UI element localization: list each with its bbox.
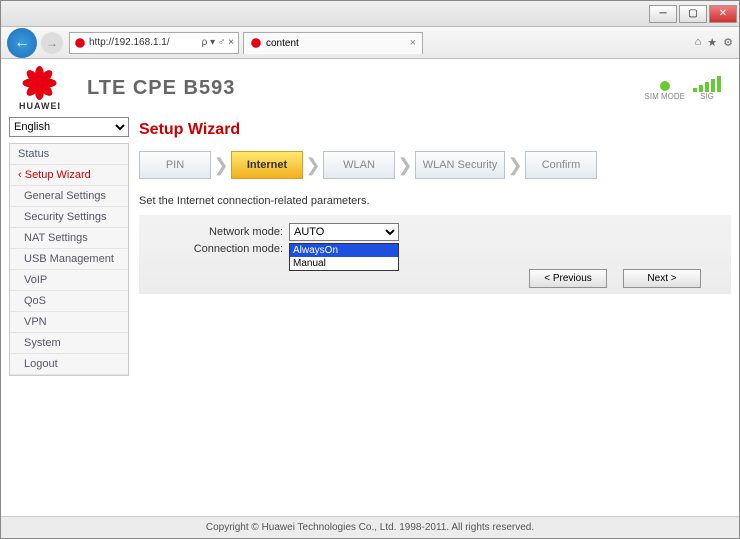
page-header: HUAWEI LTE CPE B593 SIM MODE SIG <box>9 59 731 117</box>
minimize-button[interactable]: ─ <box>649 5 677 23</box>
sim-indicator-icon <box>660 81 670 91</box>
chevron-right-icon: ❯ <box>507 151 523 179</box>
url-text: http://192.168.1.1/ <box>89 37 202 48</box>
next-button[interactable]: Next > <box>623 269 701 288</box>
network-mode-select[interactable]: AUTO <box>289 223 399 241</box>
connection-mode-dropdown[interactable]: AlwaysOn Manual <box>289 243 399 271</box>
titlebar: ─ ▢ ✕ <box>1 1 739 27</box>
language-select[interactable]: English <box>9 117 129 137</box>
option-alwayson[interactable]: AlwaysOn <box>290 244 398 257</box>
nav-system[interactable]: System <box>10 333 128 354</box>
nav-vpn[interactable]: VPN <box>10 312 128 333</box>
nav-setup-wizard[interactable]: Setup Wizard <box>10 165 128 186</box>
nav-qos[interactable]: QoS <box>10 291 128 312</box>
nav-usb-management[interactable]: USB Management <box>10 249 128 270</box>
step-internet[interactable]: Internet <box>231 151 303 179</box>
chevron-right-icon: ❯ <box>305 151 321 179</box>
toolbar-icons: ⌂ ★ ⚙ <box>695 36 733 49</box>
form-area: Network mode: AUTO Connection mode: Alwa… <box>139 215 731 294</box>
nav-status[interactable]: Status <box>10 144 128 165</box>
signal-area: SIM MODE SIG <box>645 76 721 101</box>
home-icon[interactable]: ⌂ <box>695 36 702 49</box>
favorites-icon[interactable]: ★ <box>707 36 717 49</box>
network-mode-label: Network mode: <box>139 226 289 238</box>
tools-icon[interactable]: ⚙ <box>723 36 733 49</box>
browser-window: ─ ▢ ✕ ← → http://192.168.1.1/ ρ ▾ ♂ × co… <box>0 0 740 539</box>
nav-menu: Status Setup Wizard General Settings Sec… <box>9 143 129 376</box>
page-content: HUAWEI LTE CPE B593 SIM MODE SIG <box>1 59 739 538</box>
chevron-right-icon: ❯ <box>397 151 413 179</box>
nav-security-settings[interactable]: Security Settings <box>10 207 128 228</box>
main-panel: Setup Wizard PIN ❯ Internet ❯ WLAN ❯ WLA… <box>139 117 731 516</box>
instruction-text: Set the Internet connection-related para… <box>139 195 731 207</box>
sim-label: SIM MODE <box>645 92 685 101</box>
nav-voip[interactable]: VoIP <box>10 270 128 291</box>
nav-nat-settings[interactable]: NAT Settings <box>10 228 128 249</box>
option-manual[interactable]: Manual <box>290 257 398 270</box>
step-wlan-security[interactable]: WLAN Security <box>415 151 505 179</box>
footer: Copyright © Huawei Technologies Co., Ltd… <box>1 516 739 538</box>
huawei-favicon <box>74 37 86 49</box>
forward-button: → <box>41 32 63 54</box>
step-pin[interactable]: PIN <box>139 151 211 179</box>
url-field[interactable]: http://192.168.1.1/ ρ ▾ ♂ × <box>69 32 239 54</box>
huawei-favicon <box>250 37 262 49</box>
wizard-steps: PIN ❯ Internet ❯ WLAN ❯ WLAN Security ❯ … <box>139 151 731 179</box>
back-button[interactable]: ← <box>7 28 37 58</box>
huawei-logo: HUAWEI <box>19 66 61 111</box>
nav-logout[interactable]: Logout <box>10 354 128 375</box>
address-bar: ← → http://192.168.1.1/ ρ ▾ ♂ × content … <box>1 27 739 59</box>
url-actions[interactable]: ρ ▾ ♂ × <box>202 37 234 48</box>
brand-text: HUAWEI <box>19 101 61 111</box>
maximize-button[interactable]: ▢ <box>679 5 707 23</box>
close-window-button[interactable]: ✕ <box>709 5 737 23</box>
sig-label: SIG <box>700 92 714 101</box>
sidebar: English Status Setup Wizard General Sett… <box>9 117 129 516</box>
tab-title: content <box>266 38 410 49</box>
browser-tab[interactable]: content × <box>243 32 423 54</box>
chevron-right-icon: ❯ <box>213 151 229 179</box>
tab-close-icon[interactable]: × <box>410 37 416 49</box>
signal-bars-icon <box>693 76 721 92</box>
device-title: LTE CPE B593 <box>87 77 235 100</box>
step-wlan[interactable]: WLAN <box>323 151 395 179</box>
step-confirm[interactable]: Confirm <box>525 151 597 179</box>
connection-mode-label: Connection mode: <box>139 243 289 255</box>
nav-general-settings[interactable]: General Settings <box>10 186 128 207</box>
previous-button[interactable]: < Previous <box>529 269 607 288</box>
panel-title: Setup Wizard <box>139 121 731 139</box>
